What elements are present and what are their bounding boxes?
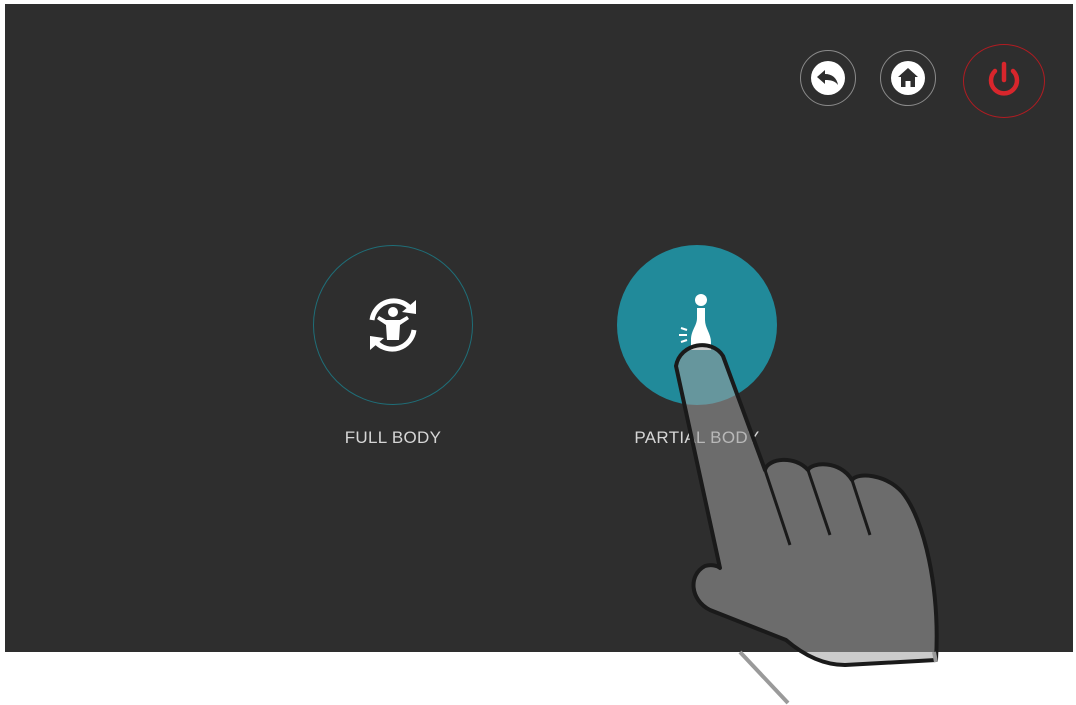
partial-body-mode-button[interactable] (617, 245, 777, 405)
app-screen: FULL BODY PARTIAL BODY (5, 4, 1073, 652)
power-icon (988, 61, 1020, 96)
back-arrow-icon (811, 61, 845, 95)
full-body-rotation-icon (369, 298, 417, 352)
partial-body-label: PARTIAL BODY (634, 428, 760, 447)
full-body-label: FULL BODY (344, 428, 442, 447)
home-icon (891, 61, 925, 95)
back-button[interactable] (800, 50, 856, 106)
full-body-mode-button[interactable] (313, 245, 473, 405)
power-button[interactable] (963, 44, 1045, 118)
partial-body-icon (679, 294, 711, 350)
home-button[interactable] (880, 50, 936, 106)
